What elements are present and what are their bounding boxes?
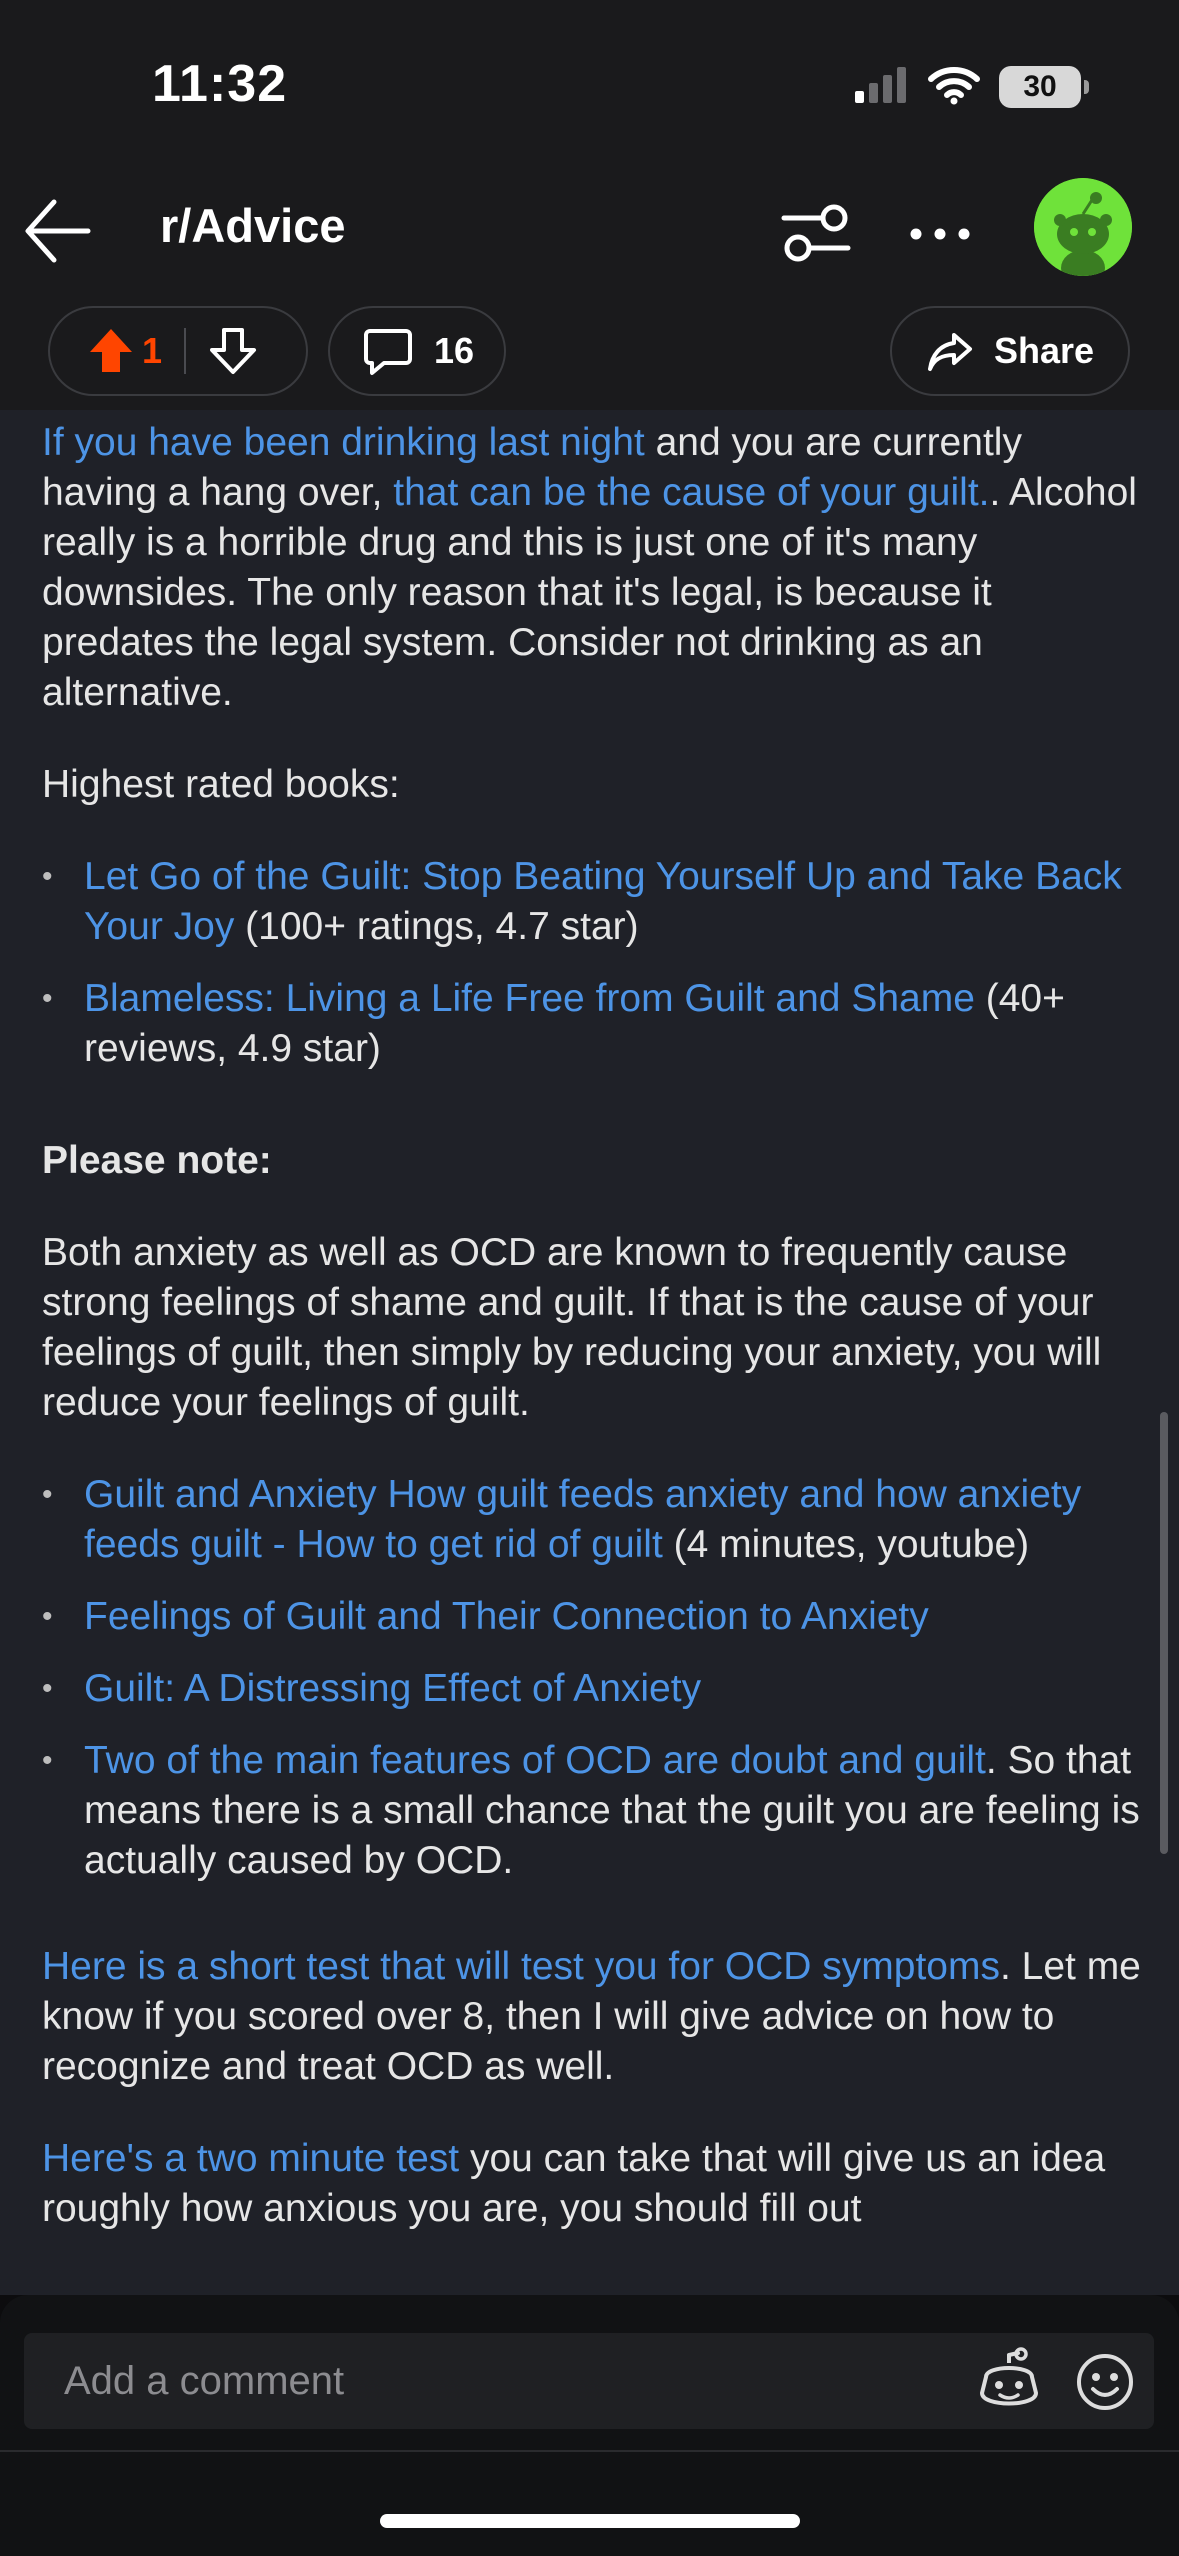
note-heading: Please note:	[42, 1139, 272, 1182]
vote-divider	[184, 328, 187, 374]
downvote-arrow-icon	[210, 328, 257, 374]
snoo-face-button[interactable]	[974, 2347, 1044, 2417]
comment-count: 16	[434, 330, 475, 371]
resource-text: (4 minutes, youtube)	[662, 1523, 1030, 1566]
downvote-button[interactable]	[208, 326, 258, 376]
back-button[interactable]	[18, 186, 108, 276]
more-options-button[interactable]	[900, 196, 980, 268]
filter-button[interactable]	[776, 196, 856, 268]
book-link[interactable]: Blameless: Living a Life Free from Guilt…	[84, 977, 975, 1020]
back-arrow-icon	[25, 199, 91, 263]
emoji-icon	[1077, 2354, 1133, 2410]
drinking-link[interactable]: If you have been drinking last night	[42, 421, 645, 464]
home-indicator[interactable]	[380, 2514, 800, 2528]
ocd-test-paragraph: Here is a short test that will test you …	[42, 1942, 1142, 2092]
list-item: Feelings of Guilt and Their Connection t…	[42, 1592, 1142, 1642]
status-bar: 11:32 30	[0, 0, 1179, 170]
share-button[interactable]: Share	[890, 306, 1130, 396]
comment-placeholder: Add a comment	[64, 2359, 345, 2403]
share-icon	[926, 327, 974, 375]
alcohol-paragraph: If you have been drinking last night and…	[42, 418, 1142, 718]
subreddit-name[interactable]: r/Advice	[160, 198, 345, 253]
list-item: Blameless: Living a Life Free from Guilt…	[42, 974, 1142, 1074]
battery-level: 30	[1023, 70, 1057, 103]
snoo-avatar-icon	[1034, 178, 1132, 276]
reddit-post-screen: 11:32 30 r/Advice 1 16 Share If you have…	[0, 0, 1179, 2556]
bottom-divider	[0, 2450, 1179, 2452]
post-text: If you have been drinking last night and…	[42, 410, 1142, 2234]
anxiety-test-link[interactable]: Here's a two minute test	[42, 2137, 459, 2180]
vote-count: 1	[142, 330, 163, 371]
upvote-arrow-icon	[90, 329, 132, 372]
share-label: Share	[993, 330, 1095, 371]
cellular-signal-icon	[853, 65, 909, 110]
scrollbar[interactable]	[1160, 1412, 1168, 1854]
status-time: 11:32	[152, 55, 288, 113]
resources-list: Guilt and Anxiety How guilt feeds anxiet…	[42, 1470, 1142, 1886]
comments-button[interactable]: 16	[328, 306, 506, 396]
note-paragraph: Both anxiety as well as OCD are known to…	[42, 1231, 1102, 1424]
books-heading: Highest rated books:	[42, 763, 400, 806]
resource-link[interactable]: Guilt: A Distressing Effect of Anxiety	[84, 1667, 701, 1710]
post-body: If you have been drinking last night and…	[0, 410, 1179, 2295]
anxiety-test-paragraph: Here's a two minute test you can take th…	[42, 2134, 1142, 2234]
list-item: Let Go of the Guilt: Stop Beating Yourse…	[42, 852, 1142, 952]
comment-icon	[362, 325, 414, 377]
snoo-face-icon	[980, 2347, 1038, 2406]
wifi-icon	[927, 65, 981, 110]
resource-link[interactable]: Feelings of Guilt and Their Connection t…	[84, 1595, 929, 1638]
post-header: r/Advice 1 16 Share	[0, 170, 1179, 410]
more-options-icon	[910, 228, 970, 240]
comment-input[interactable]: Add a comment	[24, 2333, 1154, 2429]
books-list: Let Go of the Guilt: Stop Beating Yourse…	[42, 852, 1142, 1074]
ocd-test-link[interactable]: Here is a short test that will test you …	[42, 1945, 1000, 1988]
guilt-cause-link[interactable]: that can be the cause of your guilt.	[393, 471, 989, 514]
list-item: Two of the main features of OCD are doub…	[42, 1736, 1142, 1886]
status-icons: 30	[853, 62, 1089, 112]
resource-link[interactable]: Two of the main features of OCD are doub…	[84, 1739, 986, 1782]
upvote-button[interactable]	[86, 326, 136, 376]
user-avatar[interactable]	[1034, 178, 1132, 276]
battery-icon: 30	[999, 66, 1089, 108]
book-rating: (100+ ratings, 4.7 star)	[234, 905, 639, 948]
emoji-button[interactable]	[1070, 2347, 1140, 2417]
vote-control: 1	[48, 306, 308, 396]
filter-icon	[781, 204, 851, 262]
list-item: Guilt and Anxiety How guilt feeds anxiet…	[42, 1470, 1142, 1570]
list-item: Guilt: A Distressing Effect of Anxiety	[42, 1664, 1142, 1714]
